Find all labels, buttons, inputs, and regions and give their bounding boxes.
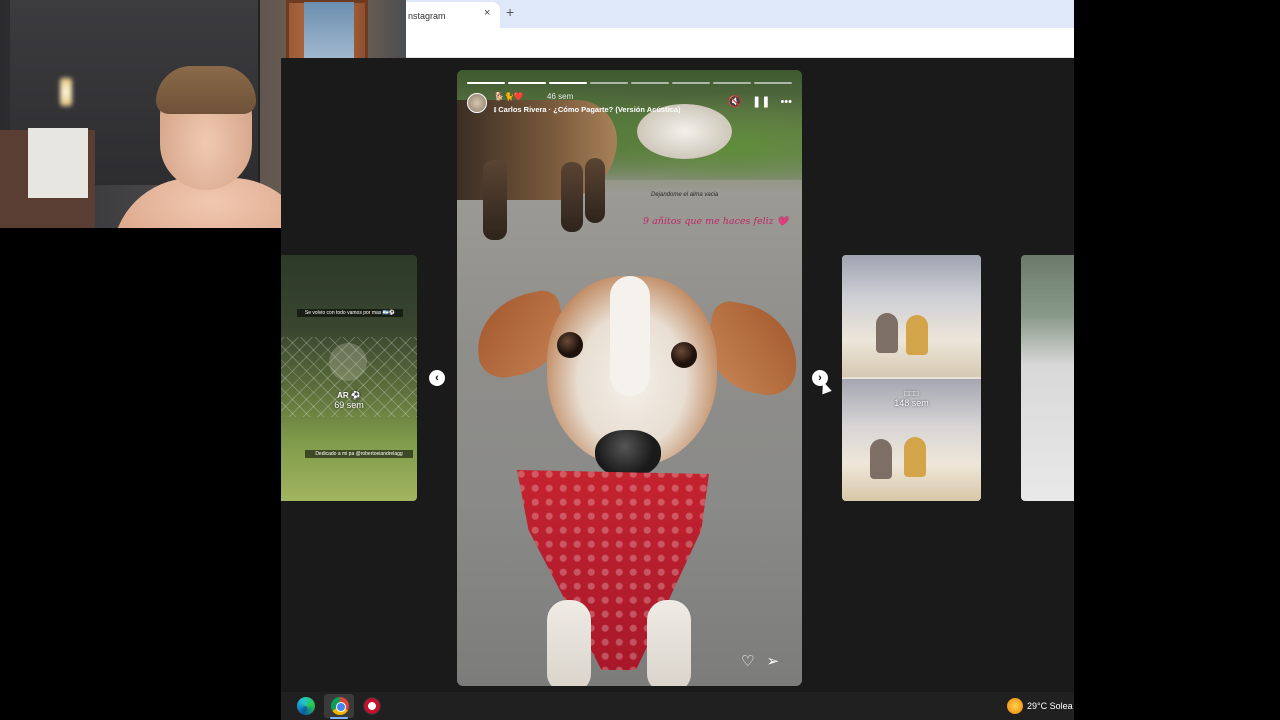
preview-label: AR ⚽ 69 sem	[281, 391, 417, 410]
preview-time: 148 sem	[894, 398, 929, 408]
story-music[interactable]: 𝅚 Carlos Rivera · ¿Cómo Pagarte? (Versió…	[494, 105, 681, 115]
story-controls: 🔇 ❚❚ •••	[728, 96, 792, 108]
dog-photo	[467, 270, 802, 686]
story-avatar[interactable]	[467, 93, 487, 113]
preview-username: □□□	[904, 389, 919, 398]
edge-icon[interactable]	[297, 697, 315, 715]
story-caption-main: 9 añitos que me haces feliz 💗	[643, 216, 789, 227]
progress-segment	[508, 82, 546, 84]
like-icon[interactable]: ♡	[741, 652, 754, 670]
browser-toolbar	[406, 28, 1074, 58]
preview-time: 69 sem	[334, 400, 364, 410]
share-icon[interactable]: ➢	[766, 652, 779, 670]
screen: nstagram × + Se volvio con todo vamos po…	[0, 0, 1280, 720]
preview-username: AR ⚽	[337, 391, 361, 400]
shelf	[28, 128, 88, 198]
dog-eye-right	[671, 342, 697, 368]
active-app-indicator	[330, 717, 348, 719]
browser-tab-bar: nstagram × +	[406, 0, 1074, 28]
progress-segment	[467, 82, 505, 84]
dog-nose	[595, 430, 661, 478]
previous-story-button[interactable]: ‹	[429, 370, 445, 386]
story-preview-next[interactable]: □□□ 148 sem	[842, 255, 981, 501]
story-progress-bar	[467, 82, 792, 84]
progress-segment	[631, 82, 669, 84]
mute-icon[interactable]: 🔇	[728, 96, 742, 108]
tab-close-icon[interactable]: ×	[484, 7, 490, 19]
preview-caption-top: Se volvio con todo vamos por mas 🇦🇷⚽	[297, 309, 403, 317]
dog-eye-left	[557, 332, 583, 358]
preview-caption-bottom: Dedicado a mi pa @robertoeiandrelagg	[305, 450, 413, 458]
story-caption-small: Dejandome el alma vacia	[651, 192, 719, 198]
new-tab-icon[interactable]: +	[506, 4, 514, 20]
weather-sun-icon[interactable]	[1007, 698, 1023, 714]
pause-icon[interactable]: ❚❚	[752, 96, 770, 108]
story-main[interactable]: 🐕🐈❤️ 46 sem 𝅚 Carlos Rivera · ¿Cómo Paga…	[457, 70, 802, 686]
progress-segment	[590, 82, 628, 84]
chrome-icon[interactable]	[331, 697, 349, 715]
story-username[interactable]: 🐕🐈❤️	[494, 92, 524, 101]
photo-panel-top	[842, 255, 981, 377]
weather-text[interactable]: 29°C Solea	[1027, 701, 1073, 711]
more-options-icon[interactable]: •••	[780, 96, 792, 108]
preview-avatar	[329, 343, 367, 381]
app-icon[interactable]	[363, 697, 381, 715]
lamp	[60, 72, 72, 112]
progress-segment	[713, 82, 751, 84]
story-time: 46 sem	[547, 92, 574, 101]
taskbar: 29°C Solea	[281, 692, 1074, 720]
preview-label: □□□ 148 sem	[842, 389, 981, 408]
tab-title: nstagram	[408, 11, 446, 21]
story-preview-previous[interactable]: Se volvio con todo vamos por mas 🇦🇷⚽ AR …	[281, 255, 417, 501]
story-header: 🐕🐈❤️ 46 sem 𝅚 Carlos Rivera · ¿Cómo Paga…	[467, 92, 792, 118]
browser-tab-instagram[interactable]: nstagram ×	[406, 2, 500, 28]
story-footer: ♡ ➢	[741, 652, 779, 670]
progress-segment	[672, 82, 710, 84]
progress-segment	[549, 82, 587, 84]
story-preview-far[interactable]	[1021, 255, 1074, 501]
progress-segment	[754, 82, 792, 84]
